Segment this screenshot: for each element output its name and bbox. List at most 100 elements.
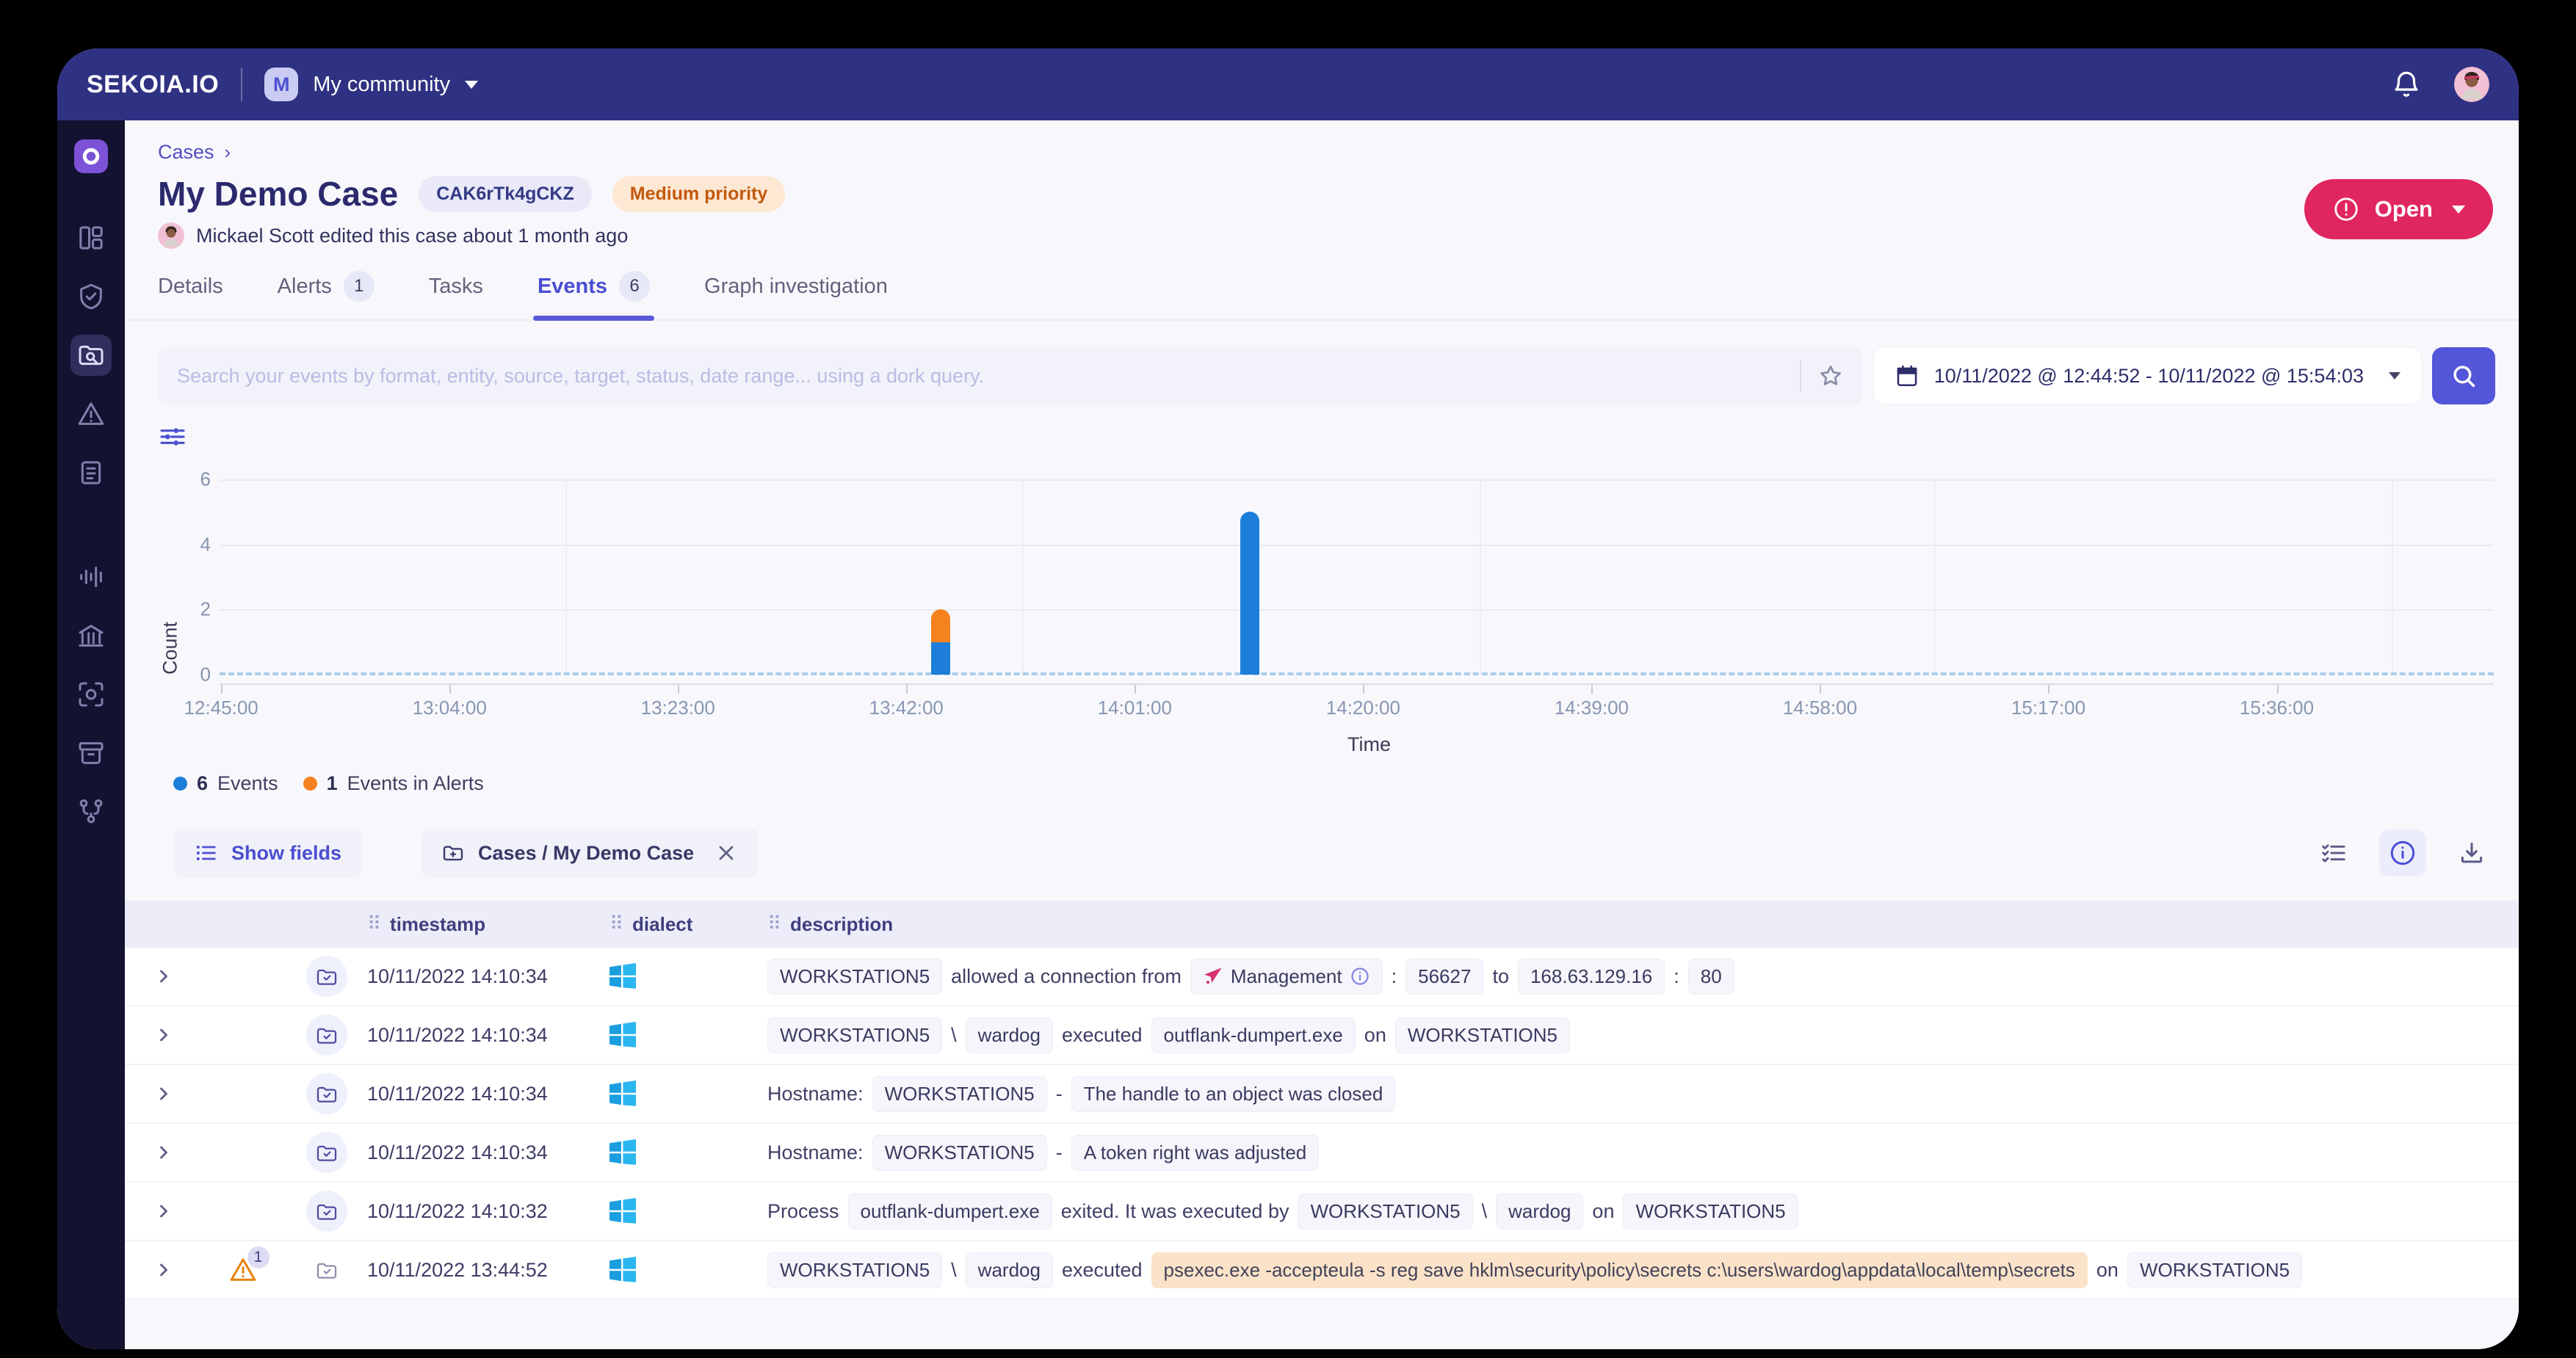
column-checklist-icon[interactable]: [2310, 829, 2357, 876]
chevron-down-icon[interactable]: [465, 81, 478, 89]
value-chip[interactable]: wardog: [966, 1017, 1053, 1053]
tab-alerts[interactable]: Alerts1: [278, 271, 375, 319]
download-icon[interactable]: [2448, 829, 2495, 876]
alert-warning-icon[interactable]: 1: [228, 1255, 261, 1285]
chevron-right-icon[interactable]: [153, 966, 174, 987]
sidebar-item-events-active[interactable]: [70, 335, 112, 376]
event-description: Processoutflank-dumpert.exeexited. It wa…: [767, 1194, 2519, 1230]
event-timestamp: 10/11/2022 14:10:34: [367, 1141, 609, 1164]
chevron-right-icon[interactable]: [153, 1083, 174, 1104]
text-segment: Hostname:: [767, 1141, 864, 1164]
column-header-timestamp[interactable]: ⠿ timestamp: [367, 913, 609, 936]
event-row[interactable]: 110/11/2022 13:44:52WORKSTATION5\wardoge…: [125, 1241, 2519, 1300]
chevron-right-icon[interactable]: [153, 1025, 174, 1045]
column-header-description[interactable]: ⠿description: [767, 913, 2519, 936]
value-chip[interactable]: WORKSTATION5: [767, 1017, 942, 1053]
x-tick-label: 13:23:00: [641, 697, 715, 719]
sidebar-item-intelligence[interactable]: [70, 276, 112, 317]
breadcrumb-cases-link[interactable]: Cases: [158, 141, 214, 164]
highlighted-command-chip[interactable]: psexec.exe -accepteula -s reg save hklm\…: [1151, 1252, 2088, 1288]
search-input[interactable]: [177, 365, 1784, 388]
sidebar-item-organization[interactable]: [70, 615, 112, 656]
event-row[interactable]: 10/11/2022 14:10:34WORKSTATION5allowed a…: [125, 948, 2519, 1006]
value-chip[interactable]: outflank-dumpert.exe: [848, 1194, 1052, 1230]
case-folder-icon[interactable]: [306, 1014, 347, 1056]
value-chip[interactable]: outflank-dumpert.exe: [1151, 1017, 1356, 1053]
value-chip[interactable]: WORKSTATION5: [1395, 1017, 1570, 1053]
sidebar-item-integrations[interactable]: [70, 791, 112, 832]
windows-dialect-icon: [609, 963, 767, 990]
sidebar-item-reports[interactable]: [70, 452, 112, 493]
value-chip[interactable]: 80: [1688, 959, 1734, 995]
case-status-open-button[interactable]: Open: [2304, 179, 2493, 239]
chevron-right-icon[interactable]: [153, 1260, 174, 1280]
value-chip[interactable]: WORKSTATION5: [1298, 1194, 1472, 1230]
event-row[interactable]: 10/11/2022 14:10:34WORKSTATION5\wardogex…: [125, 1006, 2519, 1065]
value-chip[interactable]: WORKSTATION5: [767, 959, 942, 995]
search-submit-button[interactable]: [2432, 347, 2495, 404]
info-toggle-button[interactable]: [2379, 829, 2426, 876]
alert-circle-icon: [2332, 195, 2360, 223]
drag-handle-icon[interactable]: ⠿: [767, 913, 781, 935]
value-chip[interactable]: WORKSTATION5: [2127, 1252, 2302, 1288]
value-chip[interactable]: WORKSTATION5: [872, 1076, 1047, 1112]
case-folder-icon[interactable]: [315, 1258, 339, 1282]
windows-dialect-icon: [609, 1081, 767, 1107]
tab-graph-investigation[interactable]: Graph investigation: [704, 271, 888, 319]
x-tick-mark: [221, 685, 222, 694]
event-description: WORKSTATION5\wardogexecutedoutflank-dump…: [767, 1017, 2519, 1053]
column-header-dialect[interactable]: ⠿ dialect: [609, 913, 767, 936]
sidebar-item-dashboard[interactable]: [70, 217, 112, 258]
chevron-right-icon: ›: [225, 141, 231, 164]
chart-bar[interactable]: [1240, 512, 1259, 675]
management-asset-chip[interactable]: Management: [1190, 959, 1383, 995]
show-fields-button[interactable]: Show fields: [174, 829, 362, 877]
column-label: timestamp: [390, 913, 485, 936]
tab-label: Details: [158, 275, 223, 299]
value-chip[interactable]: WORKSTATION5: [872, 1135, 1047, 1171]
left-sidebar: [57, 120, 125, 1349]
value-chip[interactable]: wardog: [966, 1252, 1053, 1288]
sidebar-item-alerts[interactable]: [70, 393, 112, 435]
community-selector[interactable]: My community: [313, 73, 450, 97]
favorite-star-icon[interactable]: [1817, 363, 1844, 389]
value-chip[interactable]: A token right was adjusted: [1071, 1135, 1320, 1171]
notifications-bell-icon[interactable]: [2391, 69, 2422, 100]
case-filter-chip[interactable]: Cases / My Demo Case: [421, 829, 759, 877]
event-description: Hostname:WORKSTATION5-The handle to an o…: [767, 1076, 2519, 1112]
drag-handle-icon[interactable]: ⠿: [367, 913, 381, 935]
case-folder-icon[interactable]: [306, 956, 347, 997]
community-avatar[interactable]: M: [264, 68, 298, 101]
chevron-right-icon[interactable]: [153, 1201, 174, 1221]
x-tick-label: 14:20:00: [1326, 697, 1400, 719]
event-row[interactable]: 10/11/2022 14:10:34Hostname:WORKSTATION5…: [125, 1065, 2519, 1124]
event-row[interactable]: 10/11/2022 14:10:34 Hostname: WORKSTATION5…: [125, 1124, 2519, 1183]
value-chip[interactable]: 56627: [1405, 959, 1483, 995]
drag-handle-icon[interactable]: ⠿: [609, 913, 623, 935]
value-chip[interactable]: WORKSTATION5: [1623, 1194, 1798, 1230]
value-chip[interactable]: wardog: [1496, 1194, 1583, 1230]
sidebar-item-telemetry[interactable]: [70, 556, 112, 598]
date-range-picker[interactable]: 10/11/2022 @ 12:44:52 - 10/11/2022 @ 15:…: [1873, 347, 2422, 404]
tab-events[interactable]: Events6: [538, 271, 650, 319]
column-label: dialect: [632, 913, 692, 936]
tab-details[interactable]: Details: [158, 271, 223, 319]
case-folder-icon[interactable]: [306, 1132, 347, 1173]
chevron-right-icon[interactable]: [153, 1142, 174, 1163]
sekoia-logo[interactable]: [74, 139, 108, 173]
asset-icon: [1203, 966, 1223, 987]
tab-tasks[interactable]: Tasks: [429, 271, 483, 319]
case-folder-icon[interactable]: [306, 1073, 347, 1114]
value-chip[interactable]: The handle to an object was closed: [1071, 1076, 1396, 1112]
info-icon[interactable]: [1350, 966, 1370, 987]
case-folder-icon[interactable]: [306, 1191, 347, 1232]
chart-settings-sliders-icon[interactable]: [158, 422, 187, 451]
value-chip[interactable]: WORKSTATION5: [767, 1252, 942, 1288]
user-avatar[interactable]: [2454, 67, 2489, 102]
sidebar-item-hunting[interactable]: [70, 674, 112, 715]
sidebar-item-storage[interactable]: [70, 733, 112, 774]
event-row[interactable]: 10/11/2022 14:10:32Processoutflank-dumpe…: [125, 1183, 2519, 1241]
x-tick-label: 12:45:00: [184, 697, 258, 719]
chart-bar[interactable]: [931, 609, 950, 675]
value-chip[interactable]: 168.63.129.16: [1518, 959, 1665, 995]
